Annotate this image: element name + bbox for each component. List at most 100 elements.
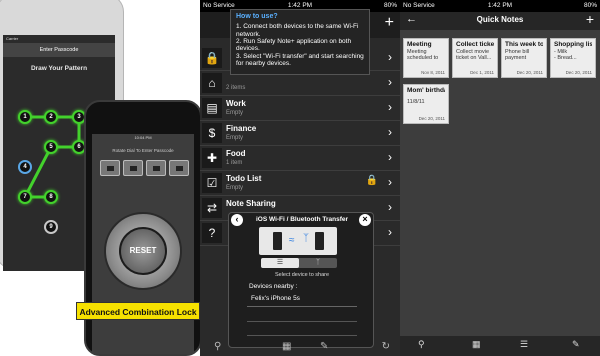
tooltip-title: How to use?: [236, 13, 278, 20]
plus-icon[interactable]: +: [586, 11, 594, 27]
category-title: Todo List: [226, 174, 262, 183]
note-date: Nov 8, 2011: [421, 70, 445, 75]
note-body: Meeting scheduled to: [407, 49, 439, 62]
device-list-item[interactable]: Felix's iPhone 5s: [247, 295, 357, 307]
chevron-right-icon: ›: [388, 125, 392, 139]
briefcase-icon: ▤: [202, 98, 222, 118]
category-count: 2 items: [226, 85, 246, 91]
note-body: 11/8/11: [407, 99, 425, 105]
list-icon[interactable]: ☰: [520, 339, 528, 350]
pattern-dot[interactable]: 1: [18, 110, 32, 124]
quick-notes-panel: No Service 1:42 PM 80% ← Quick Notes + M…: [400, 0, 600, 356]
note-title: Shopping list: [554, 41, 592, 48]
pencil-icon[interactable]: ✎: [572, 339, 580, 350]
page-title: Quick Notes: [476, 15, 524, 24]
note-date: Dec 1, 2011: [470, 70, 494, 75]
divider: [247, 321, 357, 322]
dialog-title: iOS Wi-Fi / Bluetooth Transfer: [255, 216, 349, 223]
category-title: Finance: [226, 124, 257, 133]
pattern-dot[interactable]: 9: [44, 220, 58, 234]
category-row-todo[interactable]: ☑ Todo List Empty 🔒 ›: [200, 171, 400, 196]
chevron-right-icon: ›: [388, 150, 392, 164]
chevron-right-icon: ›: [388, 200, 392, 214]
home-icon: ⌂: [202, 73, 222, 93]
reset-button[interactable]: RESET: [119, 227, 167, 275]
chevron-right-icon: ›: [388, 100, 392, 114]
note-card[interactable]: Shopping list - Milk - Bread... Dec 20, …: [550, 38, 596, 78]
note-body: Phone bill payment: [505, 49, 530, 62]
pattern-dot[interactable]: 8: [44, 190, 58, 204]
note-card[interactable]: Mom' birthda... 11/8/11 Dec 20, 2011: [403, 84, 449, 124]
pattern-dot[interactable]: 4: [18, 160, 32, 174]
bluetooth-mode-icon[interactable]: ᛉ: [299, 258, 337, 268]
nav-bar: ← Quick Notes +: [400, 11, 600, 30]
note-card[interactable]: Meeting Meeting scheduled to Nov 8, 2011: [403, 38, 449, 78]
note-body: - Milk - Bread...: [554, 49, 577, 62]
chevron-right-icon: ›: [388, 225, 392, 239]
how-to-use-tooltip: How to use? 1. Connect both devices to t…: [230, 9, 370, 75]
dollar-icon: $: [202, 123, 222, 143]
devices-illustration: ≈ ᛉ: [259, 227, 337, 255]
grid-icon[interactable]: ▦: [282, 341, 291, 352]
status-time: 1:42 PM: [287, 2, 313, 9]
pattern-dot[interactable]: 7: [18, 190, 32, 204]
category-count: 1 item: [226, 160, 243, 166]
combination-slot: [169, 160, 189, 176]
note-title: Collect ticket: [456, 41, 494, 48]
sync-icon[interactable]: ↻: [382, 341, 390, 352]
combination-slot: [146, 160, 166, 176]
status-time: 10:04 PM: [134, 135, 152, 140]
combination-dial[interactable]: RESET: [104, 212, 182, 290]
category-row-food[interactable]: ✚ Food 1 item ›: [200, 146, 400, 171]
combination-slot: [123, 160, 143, 176]
dial-instruction: Rotate Dial To Enter Passcode: [112, 148, 174, 153]
combination-lock-screen: 10:04 PM Rotate Dial To Enter Passcode R…: [92, 134, 194, 354]
chevron-right-icon: ›: [388, 175, 392, 189]
category-list-panel: No Service 1:42 PM 80% + 🔒 › ⌂ 2 items ›…: [200, 0, 400, 356]
note-date: Dec 20, 2011: [565, 70, 592, 75]
tooltip-step: 1. Connect both devices to the same Wi-F…: [236, 23, 359, 38]
pattern-dot[interactable]: 2: [44, 110, 58, 124]
lock-screens-panel: Carrier Enter Passcode Draw Your Pattern…: [0, 0, 200, 356]
bluetooth-icon: ᛉ: [303, 233, 309, 244]
combination-slot: [100, 160, 120, 176]
question-icon: ?: [202, 223, 222, 243]
note-card[interactable]: Collect ticket Collect movie ticket on V…: [452, 38, 498, 78]
tooltip-step: 3. Select "Wi-Fi transfer" and start sea…: [236, 52, 364, 68]
status-time: 1:42 PM: [487, 2, 513, 9]
divider: [247, 335, 357, 336]
category-count: Empty: [226, 110, 244, 116]
wifi-icon: ≈: [289, 235, 295, 246]
category-row-work[interactable]: ▤ Work Empty ›: [200, 96, 400, 121]
status-battery: 80%: [583, 2, 597, 9]
chevron-right-icon: ›: [388, 75, 392, 89]
note-body: Collect movie ticket on Vall...: [456, 49, 492, 62]
status-battery: 80%: [383, 2, 397, 9]
phone-icon: [273, 232, 282, 250]
search-icon[interactable]: ⚲: [418, 339, 425, 350]
category-count: Empty: [226, 135, 244, 141]
note-date: Dec 20, 2011: [418, 116, 445, 121]
tooltip-step: 2. Run Safety Note+ application on both …: [236, 37, 352, 53]
pencil-icon[interactable]: ✎: [320, 341, 328, 352]
transfer-mode-toggle[interactable]: ☰ ᛉ: [261, 258, 337, 268]
checkbox-icon: ☑: [202, 173, 222, 193]
chevron-right-icon: ›: [388, 50, 392, 64]
lock-icon: 🔒: [365, 175, 378, 186]
note-title: Meeting: [407, 41, 432, 48]
phone-icon: [315, 232, 324, 250]
note-title: Mom' birthda...: [407, 87, 445, 94]
search-icon[interactable]: ⚲: [214, 341, 221, 352]
wifi-mode-icon[interactable]: ☰: [261, 258, 299, 268]
fork-knife-icon: ✚: [202, 148, 222, 168]
devices-nearby-label: Devices nearby :: [249, 283, 298, 290]
category-row-finance[interactable]: $ Finance Empty ›: [200, 121, 400, 146]
plus-icon[interactable]: +: [385, 14, 394, 32]
pattern-dot[interactable]: 5: [44, 140, 58, 154]
grid-icon[interactable]: ▦: [472, 339, 481, 350]
bottom-toolbar: ⚲ ▦ ☰ ✎: [400, 336, 600, 356]
note-card[interactable]: This week todo Phone bill payment Dec 20…: [501, 38, 547, 78]
transfer-dialog: ‹ iOS Wi-Fi / Bluetooth Transfer × ≈ ᛉ ☰…: [228, 212, 374, 348]
close-button[interactable]: ×: [359, 214, 371, 226]
transfer-icon: ⇄: [202, 198, 222, 218]
